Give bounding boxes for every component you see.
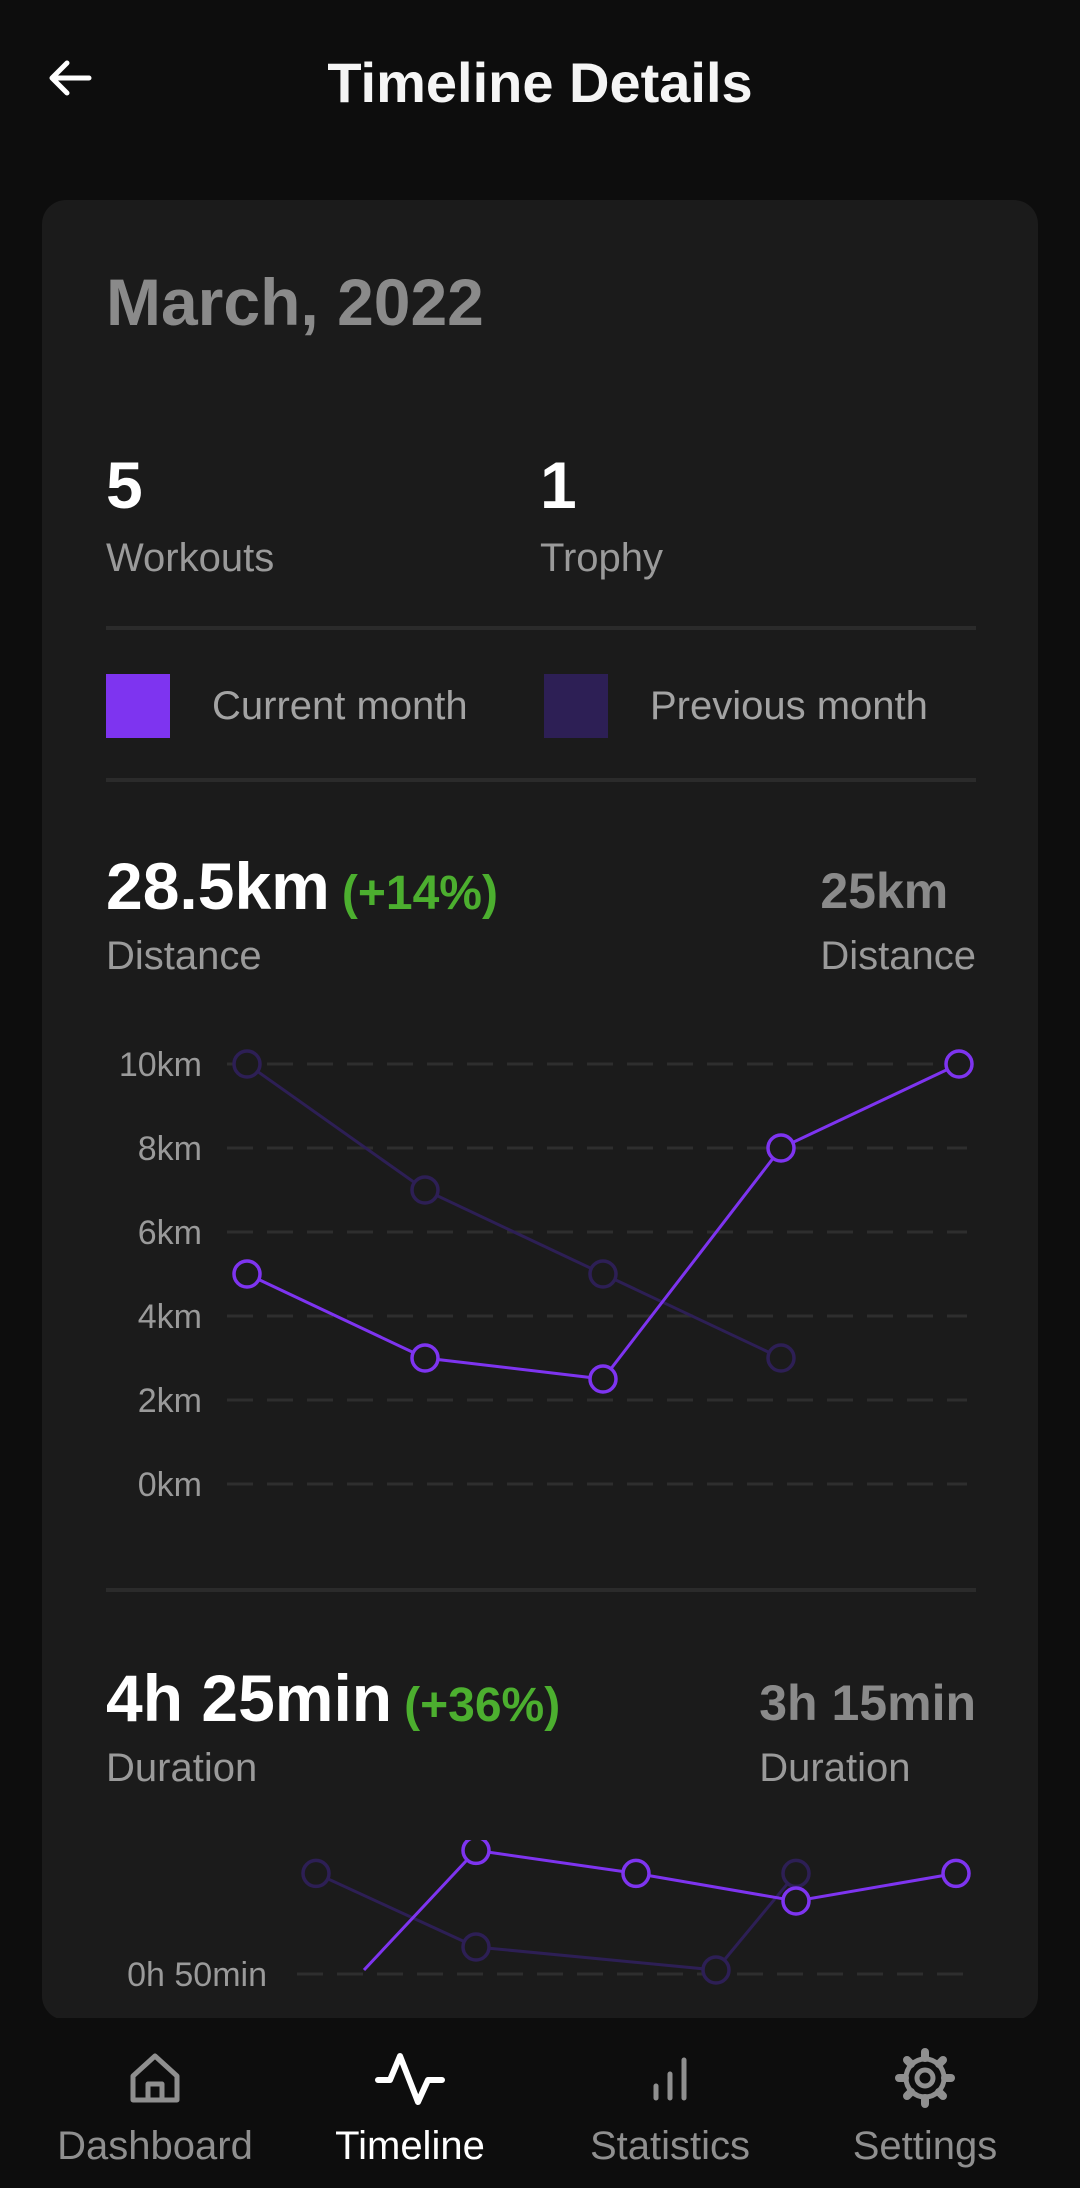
data-point xyxy=(588,1259,618,1289)
timeline-card: March, 2022 5 Workouts 1 Trophy Current … xyxy=(42,200,1038,2020)
data-point xyxy=(701,1955,731,1985)
legend-swatch-current xyxy=(106,674,170,738)
y-tick-label: 8km xyxy=(138,1130,202,1168)
divider xyxy=(106,1588,976,1592)
workouts-stat: 5 Workouts xyxy=(106,452,274,581)
previous-duration: 3h 15min Duration xyxy=(759,1674,976,1791)
nav-timeline[interactable]: Timeline xyxy=(300,2018,520,2188)
legend-previous-month: Previous month xyxy=(544,674,928,738)
data-point xyxy=(766,1133,796,1163)
data-point xyxy=(766,1343,796,1373)
nav-label: Dashboard xyxy=(57,2123,253,2168)
legend-label-previous: Previous month xyxy=(650,683,928,728)
legend-swatch-previous xyxy=(544,674,608,738)
y-tick-label: 0h 50min xyxy=(127,1956,267,1994)
app-header: Timeline Details xyxy=(0,0,1080,170)
divider xyxy=(106,626,976,630)
distance-change: (+14%) xyxy=(341,867,498,920)
nav-label: Statistics xyxy=(589,2123,751,2168)
previous-duration-label: Duration xyxy=(759,1746,911,1790)
duration-change: (+36%) xyxy=(404,1679,561,1732)
previous-duration-value: 3h 15min xyxy=(759,1675,976,1731)
data-point xyxy=(461,1840,491,1866)
month-title: March, 2022 xyxy=(106,265,484,339)
data-point xyxy=(781,1886,811,1916)
trophy-stat: 1 Trophy xyxy=(540,452,663,581)
page-title: Timeline Details xyxy=(327,51,753,114)
data-point xyxy=(588,1364,618,1394)
home-icon xyxy=(115,2038,195,2118)
y-tick-label: 6km xyxy=(138,1214,202,1252)
bar-chart-icon xyxy=(630,2038,710,2118)
pulse-icon xyxy=(370,2038,450,2118)
series-line xyxy=(246,1062,782,1360)
distance-chart: 10km 8km 6km 4km 2km 0km xyxy=(119,1046,974,1504)
trophy-count: 1 xyxy=(540,448,577,522)
divider xyxy=(106,778,976,782)
nav-label: Timeline xyxy=(335,2123,485,2168)
data-point xyxy=(621,1858,651,1889)
duration-chart: 0h 50min xyxy=(127,1840,971,1994)
nav-statistics[interactable]: Statistics xyxy=(560,2018,780,2188)
nav-label: Settings xyxy=(852,2123,998,2168)
duration-value: 4h 25min xyxy=(106,1661,393,1735)
gear-icon xyxy=(885,2038,965,2118)
nav-settings[interactable]: Settings xyxy=(810,2018,1040,2188)
data-point xyxy=(944,1049,974,1079)
trophy-label: Trophy xyxy=(540,536,664,580)
previous-distance-value: 25km xyxy=(820,863,949,919)
previous-distance: 25km Distance xyxy=(820,862,976,979)
workouts-label: Workouts xyxy=(106,536,275,580)
data-point xyxy=(941,1858,971,1889)
legend-label-current: Current month xyxy=(212,683,468,728)
y-tick-label: 10km xyxy=(119,1046,202,1084)
data-point xyxy=(461,1932,491,1962)
series-line xyxy=(362,1848,957,1972)
y-tick-label: 0km xyxy=(138,1466,202,1504)
data-point xyxy=(781,1858,811,1889)
data-point xyxy=(232,1049,262,1079)
series-line xyxy=(246,1062,960,1381)
data-point xyxy=(410,1343,440,1373)
distance-summary: 28.5km (+14%) Distance 25km Distance xyxy=(106,848,976,979)
data-point xyxy=(410,1175,440,1205)
bottom-navigation: Dashboard Timeline Statistics Settings xyxy=(0,2018,1080,2188)
y-tick-label: 2km xyxy=(138,1382,202,1420)
distance-value: 28.5km xyxy=(106,849,330,923)
nav-dashboard[interactable]: Dashboard xyxy=(40,2018,270,2188)
data-point xyxy=(301,1858,331,1889)
duration-summary: 4h 25min (+36%) Duration 3h 15min Duratio… xyxy=(106,1660,976,1791)
y-tick-label: 4km xyxy=(138,1298,202,1336)
chart-legend: Current month Previous month xyxy=(106,674,976,738)
data-point xyxy=(232,1259,262,1289)
workouts-count: 5 xyxy=(106,448,143,522)
legend-current-month: Current month xyxy=(106,674,468,738)
previous-distance-label: Distance xyxy=(820,934,976,978)
